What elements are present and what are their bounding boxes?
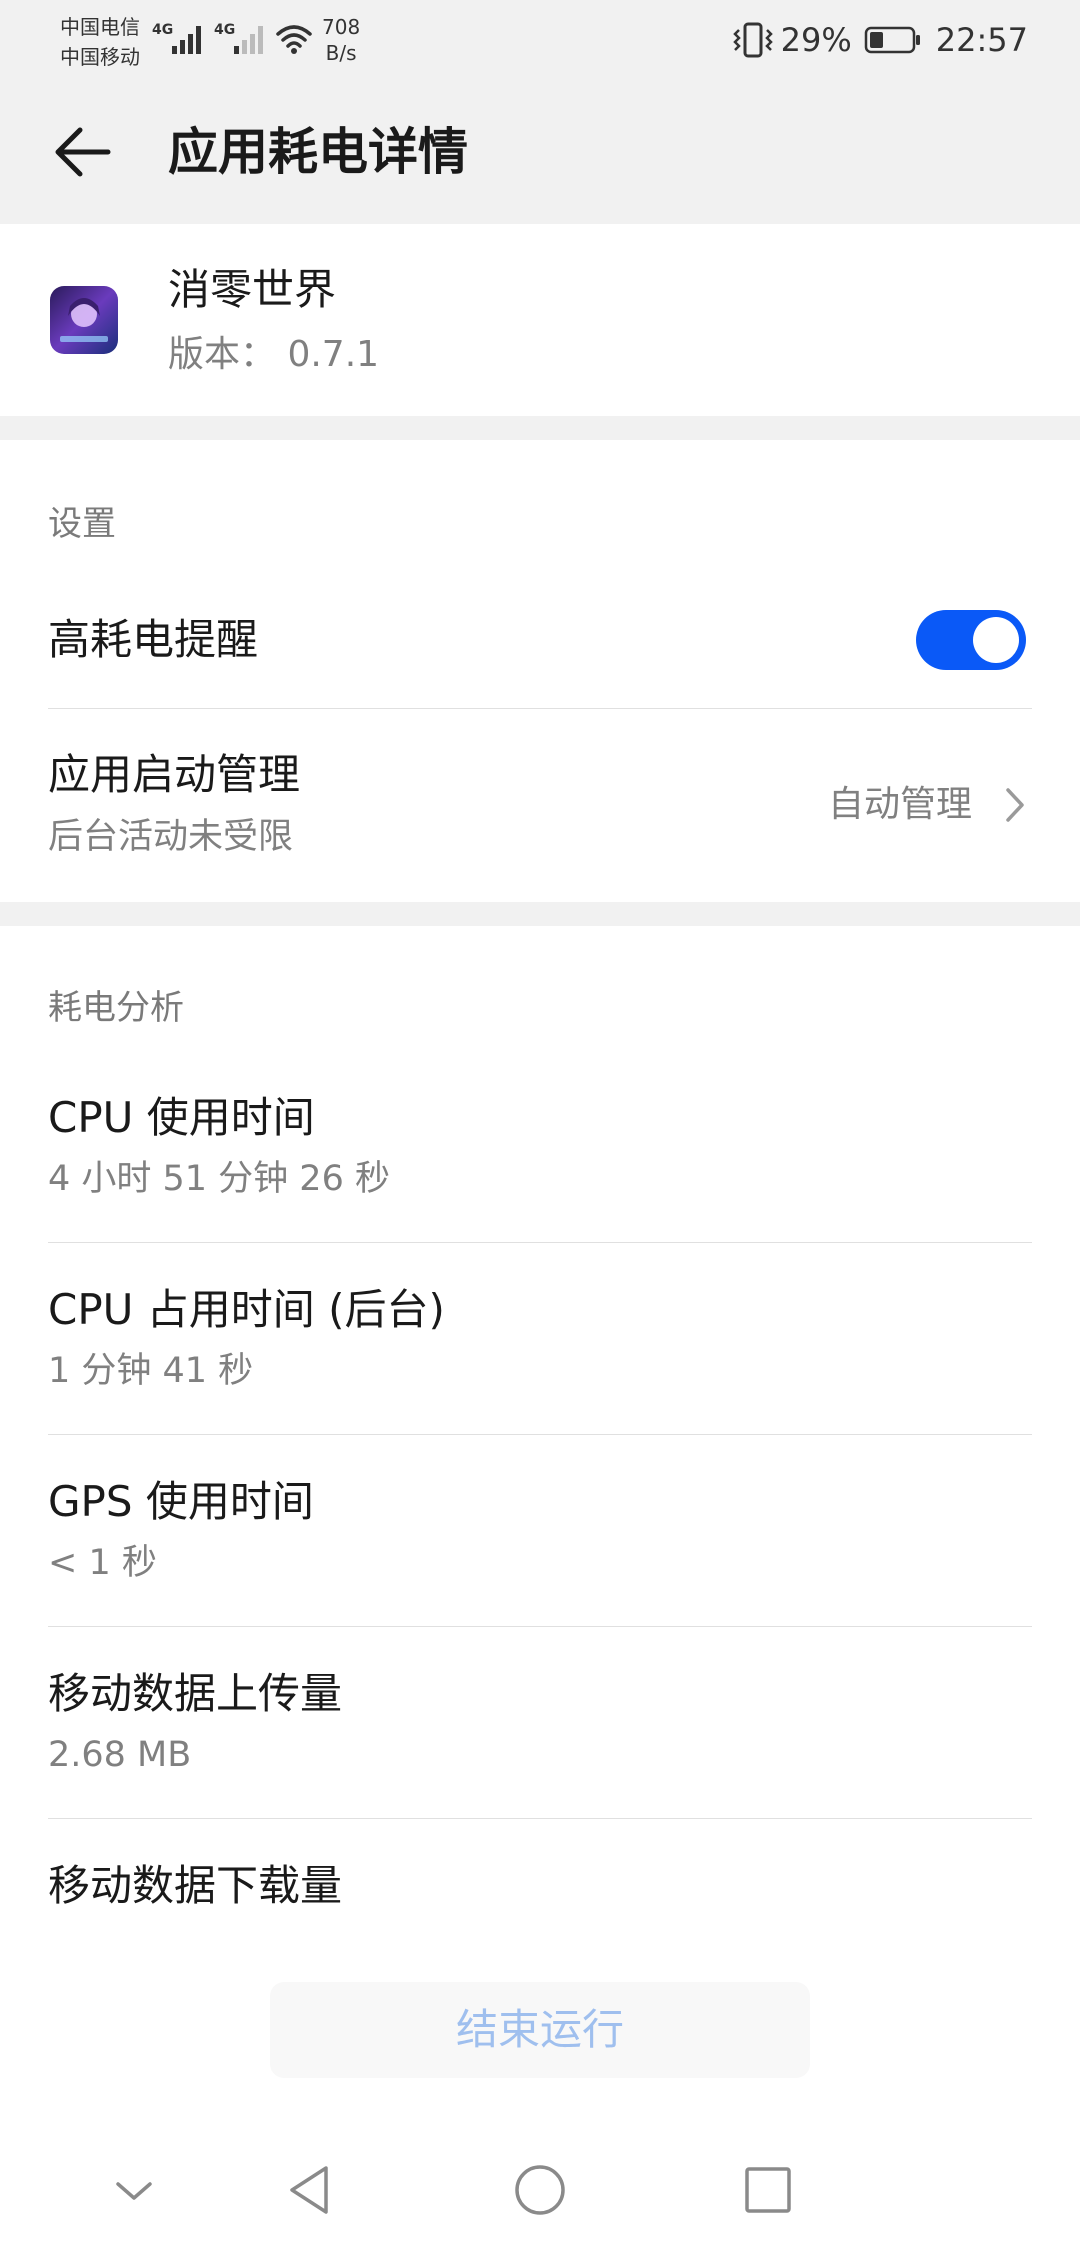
divider	[48, 1626, 1032, 1627]
carrier-2: 中国移动	[60, 45, 140, 69]
app-icon	[50, 286, 118, 354]
vibrate-icon	[732, 22, 773, 58]
app-version: 版本： 0.7.1	[168, 334, 380, 375]
cell-signal-2-icon: 4G	[214, 22, 270, 56]
divider	[48, 1434, 1032, 1435]
clock: 22:57	[935, 21, 1028, 59]
network-speed: 708 B/s	[322, 15, 361, 65]
gps-time-label: GPS 使用时间	[48, 1477, 314, 1526]
gps-time-value: < 1 秒	[48, 1543, 157, 1583]
launch-management-value: 自动管理	[827, 784, 972, 825]
title-bar: 应用耗电详情	[0, 80, 1080, 224]
wifi-icon	[276, 25, 312, 54]
cpu-time-label: CPU 使用时间	[48, 1093, 315, 1142]
mobile-download-label: 移动数据下载量	[48, 1861, 343, 1910]
cpu-time-value: 4 小时 51 分钟 26 秒	[48, 1159, 390, 1199]
settings-card: 设置 高耗电提醒 应用启动管理 后台活动未受限 自动管理	[0, 440, 1080, 902]
battery-icon	[864, 26, 920, 54]
launch-management-label: 应用启动管理	[48, 750, 301, 799]
app-name: 消零世界	[168, 265, 337, 314]
high-drain-alert-label: 高耗电提醒	[48, 615, 259, 664]
app-info-card: 消零世界 版本： 0.7.1	[0, 224, 1080, 416]
divider	[48, 708, 1032, 709]
carrier-info: 中国电信 中国移动	[60, 12, 140, 72]
mobile-upload-value: 2.68 MB	[48, 1735, 192, 1775]
mobile-upload-label: 移动数据上传量	[48, 1669, 343, 1718]
chevron-right-icon	[1006, 788, 1024, 822]
cpu-background-time-value: 1 分钟 41 秒	[48, 1351, 254, 1391]
battery-percent: 29%	[780, 21, 852, 59]
divider	[48, 1242, 1032, 1243]
collapse-icon[interactable]	[102, 2158, 166, 2222]
status-right-group: 29% 22:57	[731, 18, 1028, 62]
back-nav-icon[interactable]	[278, 2158, 342, 2222]
cell-signal-1-icon: 4G	[152, 22, 208, 56]
carrier-1: 中国电信	[60, 15, 140, 39]
divider	[48, 1818, 1032, 1819]
high-drain-alert-toggle[interactable]	[916, 610, 1026, 670]
cpu-background-time-label: CPU 占用时间 (后台)	[48, 1285, 445, 1334]
recents-nav-icon[interactable]	[736, 2158, 800, 2222]
back-arrow-icon[interactable]	[50, 120, 114, 184]
section-header-analysis: 耗电分析	[48, 988, 184, 1028]
end-process-button[interactable]: 结束运行	[270, 1982, 810, 2078]
navigation-bar	[0, 2134, 1080, 2244]
section-header-settings: 设置	[48, 504, 116, 544]
launch-management-status: 后台活动未受限	[48, 817, 294, 857]
toggle-knob	[973, 617, 1019, 663]
status-bar: 中国电信 中国移动 4G 4G 708 B/s 29% 22:57	[0, 0, 1080, 80]
page-title: 应用耗电详情	[168, 123, 468, 181]
home-nav-icon[interactable]	[508, 2158, 572, 2222]
